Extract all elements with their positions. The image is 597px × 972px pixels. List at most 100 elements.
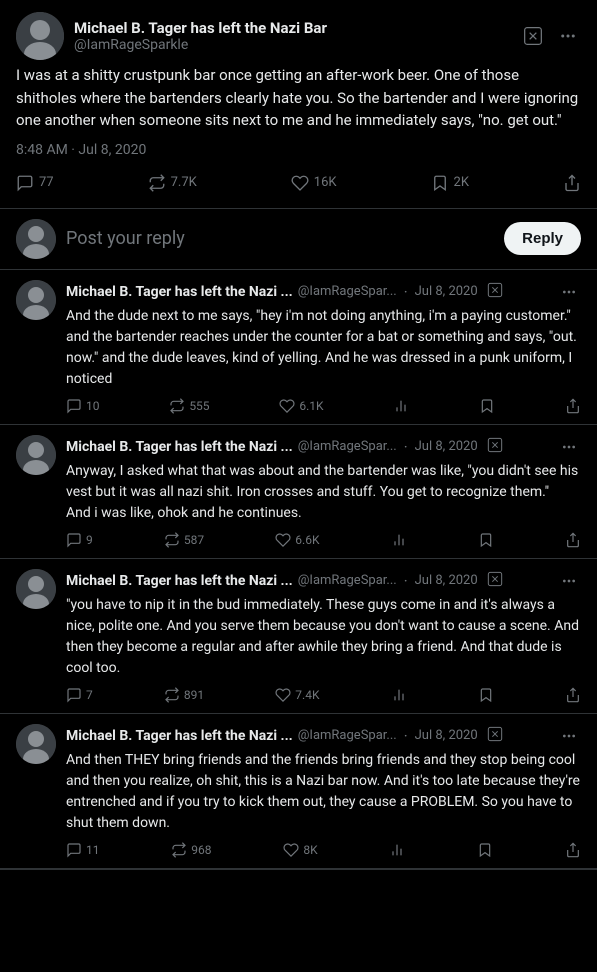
reply-avatar-3[interactable]	[16, 724, 56, 764]
reply-input[interactable]: Post your reply	[66, 220, 494, 257]
reply-reply-action-0[interactable]: 10	[66, 398, 100, 414]
reply-chart-action-0[interactable]	[393, 398, 409, 414]
reply-share-action-2[interactable]	[565, 687, 581, 703]
reply-text-1: Anyway, I asked what that was about and …	[66, 461, 581, 524]
reply-content-1: Michael B. Tager has left the Nazi ... @…	[66, 435, 581, 548]
reply-chart-action-2[interactable]	[391, 687, 407, 703]
reply-bookmark-action-0[interactable]	[479, 398, 495, 414]
retweet-count: 7.7K	[171, 175, 197, 190]
tweet-text: I was at a shitty crustpunk bar once get…	[16, 64, 581, 132]
reply-content-2: Michael B. Tager has left the Nazi ... @…	[66, 569, 581, 703]
reply-bookmark-action-2[interactable]	[478, 687, 494, 703]
user-info: Michael B. Tager has left the Nazi Bar @…	[74, 19, 327, 53]
reply-bookmark-action-3[interactable]	[477, 842, 493, 858]
reply-name-1[interactable]: Michael B. Tager has left the Nazi ...	[66, 439, 293, 455]
verified-icon-0	[487, 282, 503, 302]
reply-count-1: 9	[86, 533, 93, 547]
reply-header-3: Michael B. Tager has left the Nazi ... @…	[66, 724, 581, 748]
like-count: 16K	[314, 175, 337, 190]
reply-button[interactable]: Reply	[504, 222, 581, 255]
reply-content-3: Michael B. Tager has left the Nazi ... @…	[66, 724, 581, 858]
more-options-button-1[interactable]	[557, 435, 581, 459]
reply-tweet: Michael B. Tager has left the Nazi ... @…	[0, 425, 597, 559]
avatar[interactable]	[16, 12, 64, 60]
reply-reply-action-1[interactable]: 9	[66, 532, 93, 548]
reply-handle-3: @IamRageSpar...	[298, 728, 397, 743]
reply-actions-0: 10 555 6.1K	[66, 398, 581, 414]
reply-avatar-2[interactable]	[16, 569, 56, 609]
reply-name-0[interactable]: Michael B. Tager has left the Nazi ...	[66, 284, 293, 300]
share-icon	[563, 174, 581, 192]
reply-retweet-action-2[interactable]: 891	[164, 687, 204, 703]
reply-count-2: 7	[86, 688, 93, 702]
reply-handle-1: @IamRageSpar...	[298, 439, 397, 454]
reply-handle-2: @IamRageSpar...	[298, 573, 397, 588]
reply-like-action-2[interactable]: 7.4K	[275, 687, 319, 703]
tweet-actions: 77 7.7K 16K	[16, 170, 581, 196]
reply-count: 77	[39, 175, 54, 190]
reply-actions-1: 9 587 6.6K	[66, 532, 581, 548]
tweet-thread: Michael B. Tager has left the Nazi Bar @…	[0, 0, 597, 870]
reply-box: Post your reply Reply	[0, 209, 597, 270]
reply-avatar-0[interactable]	[16, 280, 56, 320]
more-options-button[interactable]	[555, 23, 581, 49]
reply-tweet: Michael B. Tager has left the Nazi ... @…	[0, 714, 597, 869]
reply-header-0: Michael B. Tager has left the Nazi ... @…	[66, 280, 581, 304]
more-options-button-2[interactable]	[557, 569, 581, 593]
reply-header-1: Michael B. Tager has left the Nazi ... @…	[66, 435, 581, 459]
reply-name-3[interactable]: Michael B. Tager has left the Nazi ...	[66, 728, 293, 744]
reply-avatar-1[interactable]	[16, 435, 56, 475]
reply-handle-0: @IamRageSpar...	[298, 284, 397, 299]
bookmark-action[interactable]: 2K	[431, 174, 469, 192]
tweet-time: 8:48 AM · Jul 8, 2020	[16, 142, 581, 158]
reply-share-action-1[interactable]	[565, 532, 581, 548]
like-count-0: 6.1K	[299, 399, 323, 413]
like-icon	[291, 174, 309, 192]
verified-icon-1	[487, 437, 503, 457]
like-action[interactable]: 16K	[291, 174, 337, 192]
bookmark-count: 2K	[454, 175, 469, 190]
reply-name-2[interactable]: Michael B. Tager has left the Nazi ...	[66, 573, 293, 589]
more-options-button-0[interactable]	[557, 280, 581, 304]
reply-icon	[16, 174, 34, 192]
handle[interactable]: @IamRageSparkle	[74, 37, 327, 53]
reply-date-0: Jul 8, 2020	[415, 284, 478, 299]
reply-content-0: Michael B. Tager has left the Nazi ... @…	[66, 280, 581, 414]
reply-bookmark-action-1[interactable]	[478, 532, 494, 548]
reply-action[interactable]: 77	[16, 174, 54, 192]
verified-icon[interactable]	[519, 22, 547, 50]
reply-retweet-action-0[interactable]: 555	[169, 398, 209, 414]
reply-like-action-0[interactable]: 6.1K	[279, 398, 323, 414]
more-options-button-3[interactable]	[557, 724, 581, 748]
retweet-icon	[148, 174, 166, 192]
retweet-count-1: 587	[184, 533, 204, 547]
reply-share-action-0[interactable]	[565, 398, 581, 414]
reply-actions-2: 7 891 7.4K	[66, 687, 581, 703]
bookmark-icon	[431, 174, 449, 192]
header-right	[519, 22, 581, 50]
reply-chart-action-1[interactable]	[391, 532, 407, 548]
verified-icon-2	[487, 571, 503, 591]
like-count-1: 6.6K	[295, 533, 319, 547]
reply-share-action-3[interactable]	[565, 842, 581, 858]
reply-reply-action-3[interactable]: 11	[66, 842, 100, 858]
retweet-count-0: 555	[189, 399, 209, 413]
tweet-header: Michael B. Tager has left the Nazi Bar @…	[16, 12, 581, 60]
reply-count-3: 11	[86, 843, 100, 857]
reply-actions-3: 11 968 8K	[66, 842, 581, 858]
reply-avatar	[16, 219, 56, 259]
reply-like-action-3[interactable]: 8K	[283, 842, 317, 858]
share-action[interactable]	[563, 174, 581, 192]
retweet-action[interactable]: 7.7K	[148, 174, 197, 192]
reply-text-3: And then THEY bring friends and the frie…	[66, 750, 581, 834]
like-count-3: 8K	[303, 843, 317, 857]
display-name[interactable]: Michael B. Tager has left the Nazi Bar	[74, 19, 327, 37]
reply-date-1: Jul 8, 2020	[415, 439, 478, 454]
reply-retweet-action-3[interactable]: 968	[171, 842, 211, 858]
reply-like-action-1[interactable]: 6.6K	[275, 532, 319, 548]
reply-count-0: 10	[86, 399, 100, 413]
reply-chart-action-3[interactable]	[389, 842, 405, 858]
reply-reply-action-2[interactable]: 7	[66, 687, 93, 703]
reply-retweet-action-1[interactable]: 587	[164, 532, 204, 548]
reply-header-2: Michael B. Tager has left the Nazi ... @…	[66, 569, 581, 593]
